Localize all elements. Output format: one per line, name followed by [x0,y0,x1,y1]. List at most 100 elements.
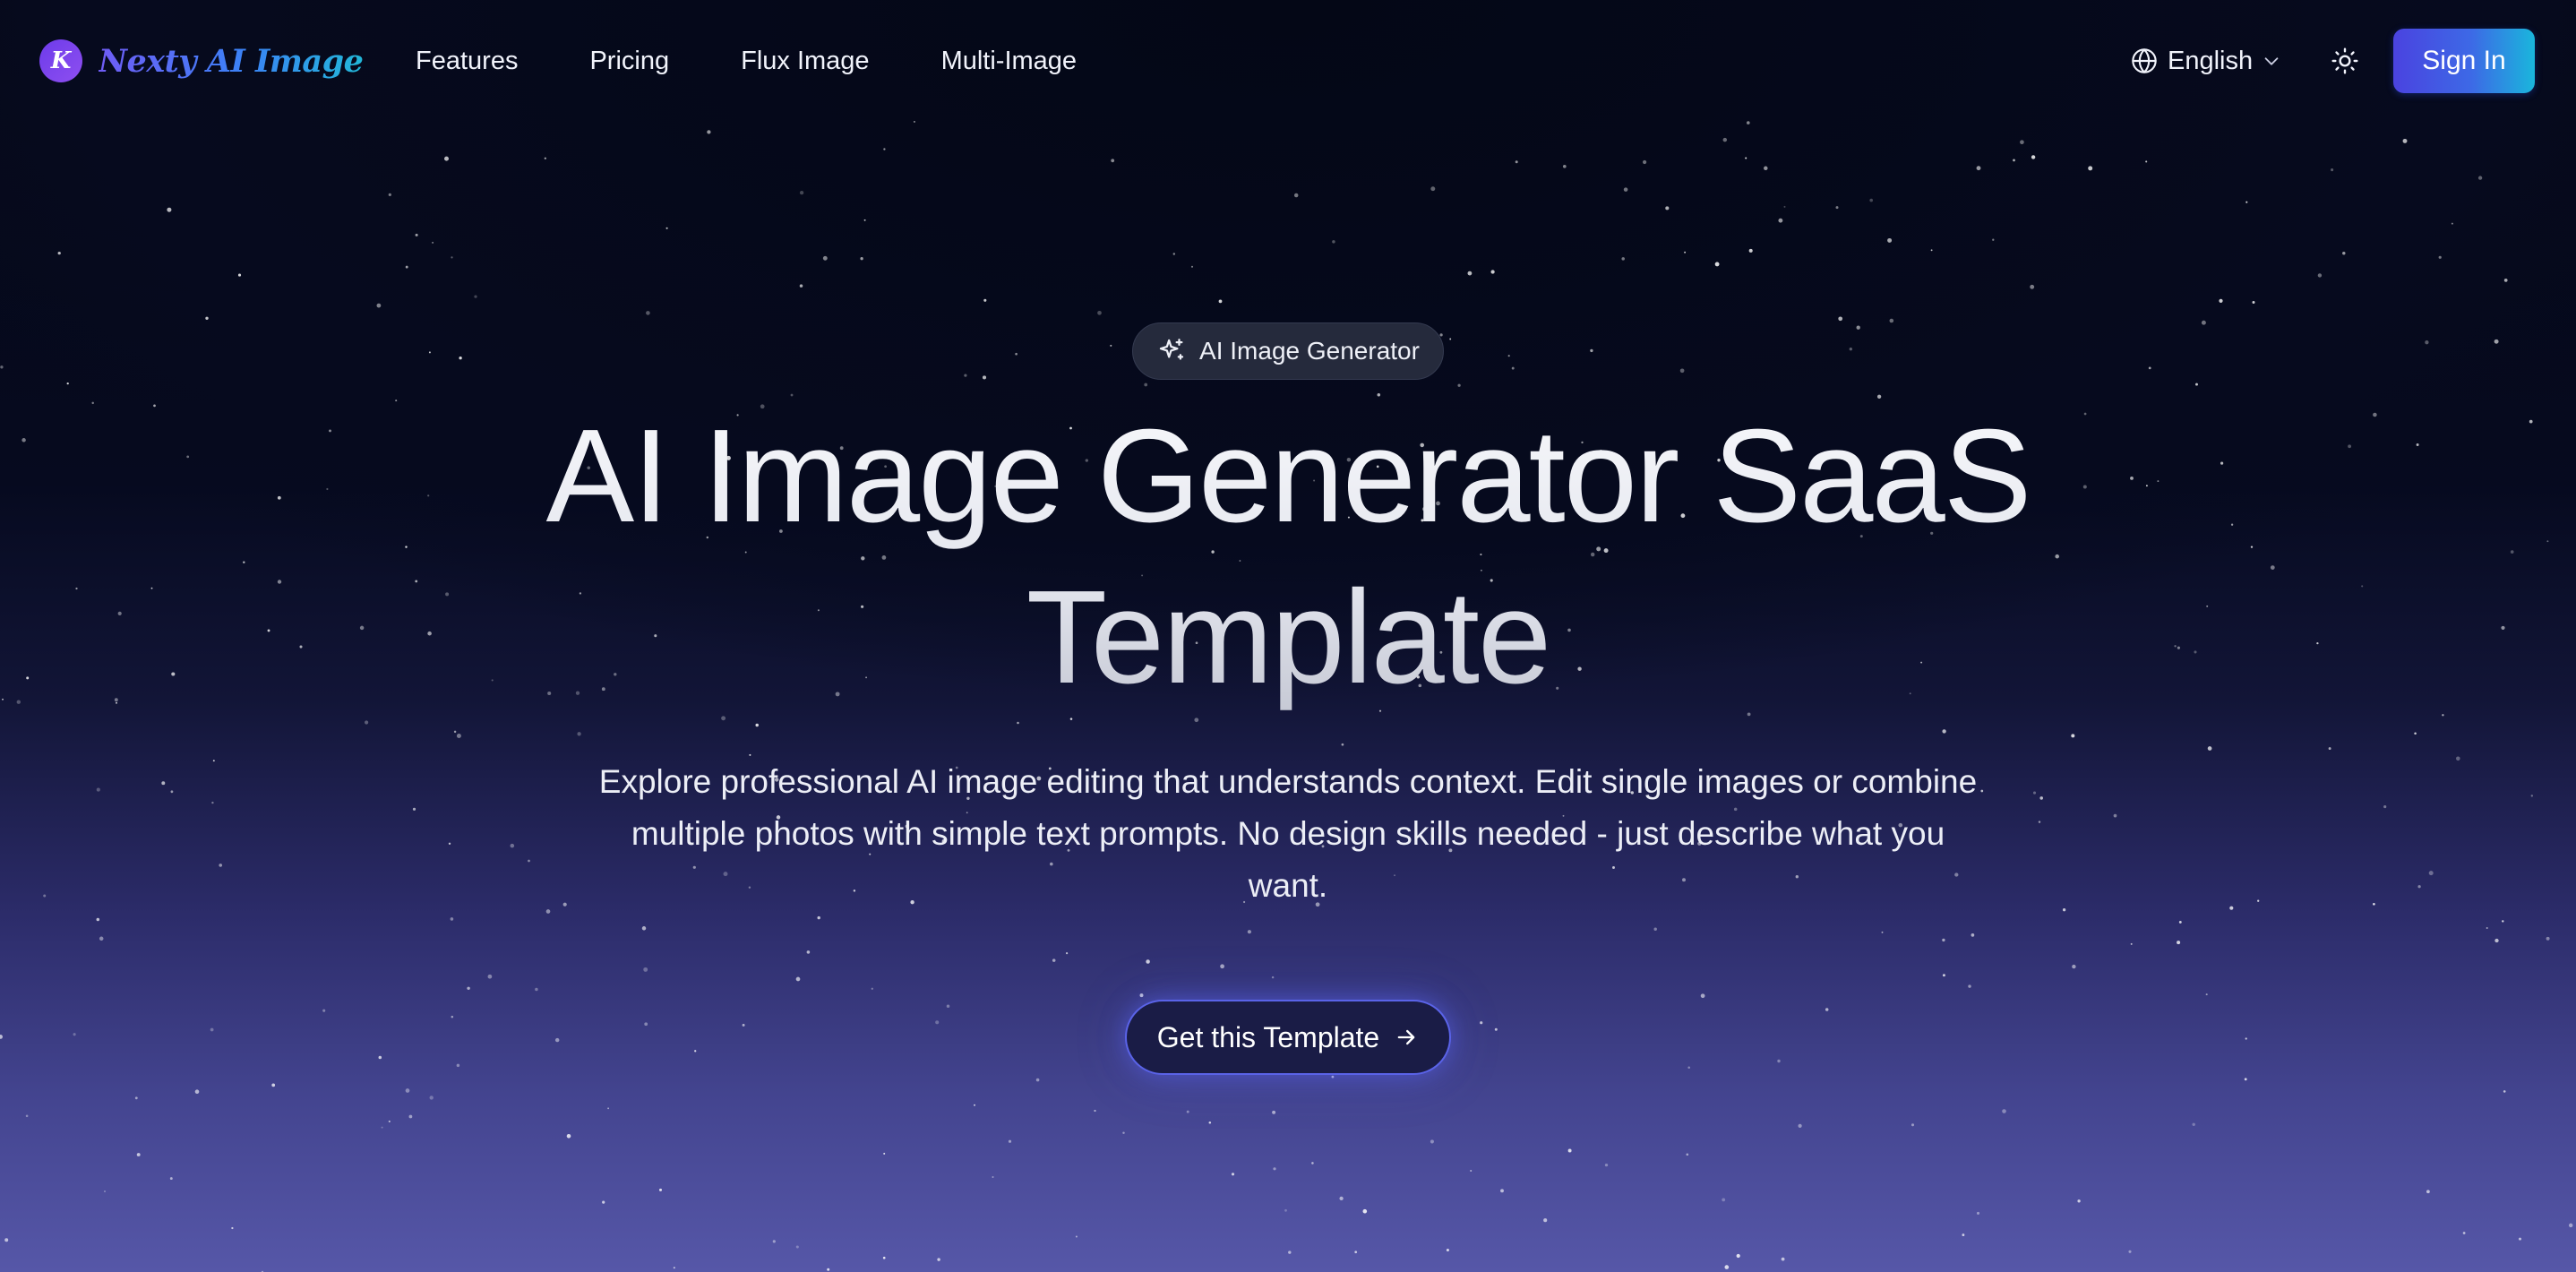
star [1190,265,1194,268]
star [644,1022,648,1027]
star [1139,993,1144,998]
star [1798,1123,1802,1129]
star [326,487,329,491]
star [0,1035,3,1039]
cta-label: Get this Template [1156,1020,1380,1053]
star [799,190,804,195]
theme-toggle-button[interactable] [2329,45,2361,77]
star [1430,186,1436,192]
star [1052,958,1056,962]
star [25,1114,29,1118]
star [1449,338,1452,340]
brand-logo[interactable]: K Nexty AI Image [39,39,364,82]
star [1962,1233,1965,1237]
star [992,1175,994,1179]
star [487,974,493,979]
star [2072,964,2076,969]
star [935,1020,940,1025]
star [1097,310,1102,315]
star [2348,444,2352,449]
star [1942,938,1945,942]
star [170,790,174,794]
star [822,255,828,261]
star [1446,1248,1449,1252]
nav-link-pricing[interactable]: Pricing [589,47,669,76]
star [2383,805,2387,809]
star [1889,318,1894,323]
star [544,157,546,159]
star [231,1226,234,1230]
star [1507,355,1510,357]
star [1066,952,1069,955]
star [1439,333,1443,337]
star [883,148,886,150]
star [376,303,382,308]
star [299,645,303,649]
star [467,986,470,991]
star [2568,1223,2573,1228]
star [2530,795,2534,797]
star [795,976,801,982]
brand-name: Nexty AI Image [99,42,364,80]
star [665,227,668,229]
get-template-button[interactable]: Get this Template [1125,1000,1451,1075]
star [2503,1090,2506,1093]
star [795,1245,799,1249]
star [4,1238,9,1242]
star [1284,1208,1287,1212]
star [1971,933,1975,937]
star [186,455,190,459]
nav-links: Features Pricing Flux Image Multi-Image [416,39,1077,82]
star [1887,237,1893,243]
star [974,1104,975,1106]
star [2245,201,2248,203]
star [528,859,530,863]
star [799,284,803,288]
nav-link-multi-image[interactable]: Multi-Image [941,47,1078,76]
nav-link-flux-image[interactable]: Flux Image [741,47,869,76]
star [1700,993,1705,999]
star [136,1153,141,1156]
star [2062,908,2066,912]
star [643,967,648,972]
star [1976,166,1981,171]
star [2077,1199,2081,1203]
star [1457,383,1461,387]
star [535,987,538,992]
star [1008,1139,1012,1143]
star [429,1096,434,1100]
star [2331,168,2334,172]
star [1653,927,1657,932]
star [2342,251,2346,255]
star [96,917,100,922]
star [2244,1078,2247,1081]
star [1271,975,1275,979]
star [863,219,866,221]
star [243,561,245,563]
language-selector[interactable]: English [2130,39,2281,82]
star [134,1096,138,1100]
star [1722,137,1728,142]
star [1911,1123,1915,1127]
star [1736,1253,1740,1259]
star [1490,270,1495,274]
star [0,365,4,369]
star [1331,1075,1335,1079]
language-label: English [2168,46,2254,75]
star [964,374,967,377]
sign-in-button[interactable]: Sign In [2393,29,2535,93]
star [946,1004,950,1008]
star [1311,1162,1314,1165]
star [2020,140,2024,145]
star [1122,1131,1125,1134]
star [2220,461,2224,465]
star [937,1258,940,1261]
star [1218,299,1223,304]
nav-link-features[interactable]: Features [416,47,518,76]
star [1745,157,1747,159]
star [211,801,214,804]
star [2252,301,2255,304]
star [860,257,863,261]
star [2071,734,2075,738]
star [405,1088,410,1093]
